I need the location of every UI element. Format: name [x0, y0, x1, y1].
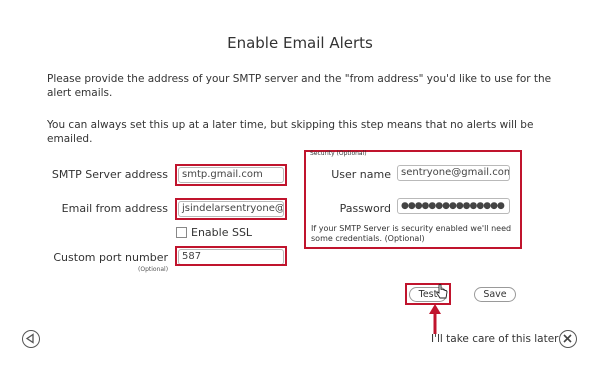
- hand-cursor-icon: [436, 284, 448, 299]
- skip-close-button[interactable]: [559, 330, 577, 348]
- close-icon: [563, 334, 572, 343]
- annotation-arrow-icon: [429, 304, 441, 334]
- security-note: If your SMTP Server is security enabled …: [311, 224, 512, 243]
- skip-later-text[interactable]: I'll take care of this later: [431, 333, 559, 345]
- custom-port-optional-label: (Optional): [138, 266, 169, 273]
- smtp-server-label: SMTP Server address: [51, 168, 168, 181]
- skip-note-text: You can always set this up at a later ti…: [47, 119, 534, 145]
- username-label: User name: [331, 168, 391, 181]
- custom-port-label: Custom port number: [53, 251, 168, 264]
- enable-ssl-checkbox[interactable]: [176, 227, 187, 238]
- email-from-label: Email from address: [61, 202, 168, 215]
- intro-text: Please provide the address of your SMTP …: [47, 73, 552, 99]
- back-arrow-icon: [25, 333, 34, 344]
- save-button[interactable]: Save: [474, 287, 516, 302]
- custom-port-highlight: [175, 246, 287, 266]
- username-input[interactable]: sentryone@gmail.com: [397, 165, 510, 181]
- password-label: Password: [339, 202, 391, 215]
- back-button[interactable]: [22, 330, 40, 348]
- email-from-highlight: [175, 198, 287, 220]
- security-legend: Security (Optional): [310, 150, 367, 157]
- page-title: Enable Email Alerts: [227, 34, 373, 52]
- password-input[interactable]: ●●●●●●●●●●●●●●●: [397, 198, 510, 214]
- enable-ssl-label: Enable SSL: [191, 226, 253, 239]
- smtp-server-highlight: [175, 164, 287, 186]
